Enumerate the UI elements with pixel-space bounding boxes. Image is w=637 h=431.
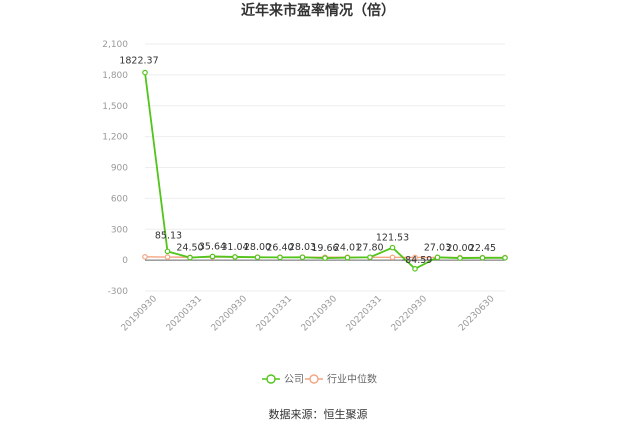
data-label: 121.53 (376, 233, 409, 244)
company-point (232, 254, 238, 260)
legend-industry-label: 行业中位数 (327, 373, 377, 386)
industry-median-point (389, 254, 396, 261)
data-label: 1822.37 (119, 56, 158, 67)
company-point (187, 254, 193, 261)
company-line (144, 72, 505, 270)
company-point (299, 254, 306, 261)
chart-title: 近年来市盈率情况（倍） (241, 2, 395, 19)
company-point (412, 266, 418, 272)
data-label-layer: 1822.3785.1324.5035.6431.0428.0026.4028.… (119, 56, 496, 266)
x-tick-label: 20200331 (165, 294, 204, 333)
company-point (502, 255, 508, 261)
y-tick-label: 600 (111, 194, 128, 204)
company-point (434, 254, 441, 261)
data-label: 22.45 (469, 243, 496, 254)
x-tick-label: 20220331 (345, 294, 384, 333)
company-point (389, 244, 396, 251)
industry-median-point (164, 254, 171, 260)
chart-container: 近年来市盈率情况（倍） -300 0 300 600 900 1,200 1,500 1,80… (0, 0, 637, 431)
company-point (209, 253, 216, 260)
y-tick-label: -300 (108, 287, 129, 297)
y-tick-label: 0 (122, 256, 128, 266)
x-tick-label: 20230630 (457, 294, 497, 334)
company-point (344, 254, 351, 261)
y-tick-label: 300 (111, 225, 128, 235)
legend: 公司 行业中位数 (262, 373, 377, 386)
data-label: 85.13 (155, 230, 182, 241)
x-tick-label: 20210930 (300, 294, 340, 334)
company-point (142, 69, 148, 76)
company-point (457, 255, 463, 261)
x-tick-label: 20190930 (120, 294, 160, 334)
series-layer (142, 69, 508, 272)
company-point (277, 254, 283, 261)
company-point (479, 255, 486, 261)
axis-layer: -300 0 300 600 900 1,200 1,500 1,800 2,100 201909… (102, 40, 497, 334)
pe-ratio-chart: 近年来市盈率情况（倍） -300 0 300 600 900 1,200 1,500 1,80… (102, 2, 508, 421)
legend-company-marker (266, 374, 276, 384)
data-source: 数据来源：恒生聚源 (269, 407, 368, 421)
x-tick-label: 20220930 (390, 294, 430, 334)
x-tick-label: 20210331 (255, 294, 294, 333)
y-tick-label: 1,200 (102, 133, 128, 143)
x-tick-label: 20200930 (210, 294, 250, 334)
company-point (367, 254, 373, 261)
y-tick-label: 1,500 (102, 102, 128, 112)
y-tick-label: 1,800 (102, 71, 128, 81)
legend-company-label: 公司 (284, 375, 304, 386)
data-label: -84.59 (402, 255, 433, 266)
company-point (164, 248, 171, 255)
company-point (322, 255, 328, 261)
legend-industry-marker (309, 374, 319, 384)
industry-median-point (142, 254, 148, 260)
data-label: 27.80 (356, 242, 383, 253)
y-tick-label: 2,100 (102, 40, 128, 50)
y-tick-label: 900 (111, 164, 128, 174)
company-point (254, 254, 261, 261)
